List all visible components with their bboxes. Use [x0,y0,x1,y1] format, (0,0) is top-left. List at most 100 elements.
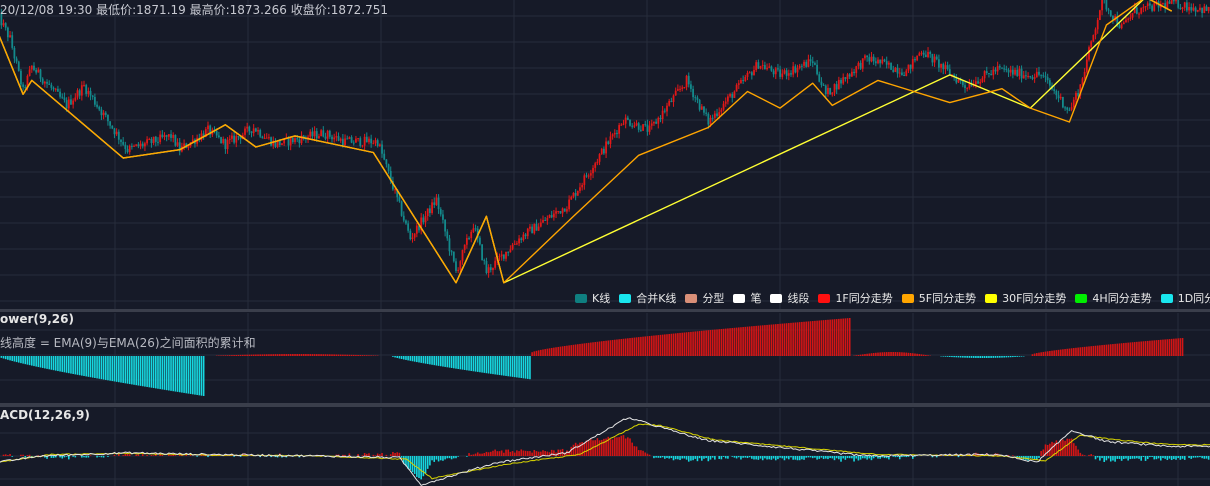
power-bar [466,356,468,371]
macd-bar [659,456,662,458]
power-bar [368,355,370,356]
power-bar [714,329,716,356]
power-bar [50,356,53,370]
candle-body [687,75,690,85]
power-bar [711,329,714,356]
candle-body [777,68,779,70]
candle-body [83,85,85,87]
power-bar [479,356,481,373]
macd-bar [150,455,153,456]
power-bar [966,356,968,358]
power-bar [529,356,531,380]
power-bar [409,356,412,361]
macd-bar [687,456,690,462]
candle-body [929,52,932,54]
power-bar [118,356,120,383]
candle-body [313,131,316,137]
macd-bar [498,451,501,456]
macd-bar [803,456,805,460]
power-bar [431,356,433,365]
macd-bar [670,456,673,459]
power-bar [163,356,166,390]
legend-item[interactable]: 1F同分走势 [818,290,893,306]
legend-item[interactable]: K线 [575,290,610,306]
candle-body [494,260,497,268]
chart-stage[interactable]: 20/12/08 19:30 最低价:1871.19 最高价:1873.266 … [0,0,1210,486]
legend-item[interactable]: 1D同分走势 [1160,290,1210,306]
candle-body [700,106,703,110]
candle-body [961,81,964,86]
power-bar [1003,356,1005,358]
power-bar [339,354,342,356]
power-bar [285,354,288,356]
candle-body [622,123,625,125]
macd-bar [859,456,862,460]
macd-bar [1077,449,1079,456]
candle-body [879,59,882,64]
power-bar [468,356,470,371]
power-bar [202,356,205,396]
power-bar [962,356,964,358]
candle-body [452,251,455,262]
candlestick-chart[interactable] [0,0,1210,486]
power-bar [83,356,85,377]
candle-body [724,101,727,104]
power-bar [779,323,781,356]
power-bar [896,352,899,356]
candle-body [315,131,318,139]
candle-body [798,65,801,69]
power-bar [1114,343,1116,356]
power-bar [557,346,560,356]
power-bar [17,356,20,363]
candle-body [326,130,329,139]
power-bar [720,329,723,356]
power-bar [1129,342,1132,356]
power-bar [520,356,523,379]
macd-bar [381,452,383,456]
macd-bar [54,456,57,458]
power-bar [1040,352,1042,356]
candle-body [172,134,175,138]
legend-item[interactable]: 分型 [685,290,724,306]
power-bar [26,356,29,365]
legend-item[interactable]: 线段 [770,290,809,306]
power-bar [1138,341,1140,356]
power-bar [237,354,240,356]
candle-body [707,113,710,125]
macd-bar [701,456,703,461]
panel-divider-top [0,309,1210,312]
macd-bar [811,456,814,459]
candle-body [150,139,153,144]
power-bar [611,339,614,356]
macd-bar [152,455,155,456]
candle-body [661,110,664,120]
macd-bar [1035,456,1038,460]
power-bar [642,336,644,356]
macd-bar [11,456,14,457]
macd-bar [801,456,803,460]
candle-body [544,219,547,221]
legend-item[interactable]: 合并K线 [619,290,676,306]
candle-body [772,70,775,75]
candle-body [837,79,840,90]
macd-bar [748,456,751,458]
legend-item[interactable]: 30F同分走势 [985,290,1066,306]
macd-panel-title: ACD(12,26,9) [0,408,90,422]
power-bar [844,318,847,356]
power-bar [400,356,403,360]
legend-item[interactable]: 4H同分走势 [1075,290,1152,306]
legend-item[interactable]: 笔 [733,290,761,306]
macd-bar [685,456,688,460]
candle-body [753,69,755,76]
macd-bar [1194,456,1197,458]
macd-bar [831,456,834,459]
candle-body [248,126,251,132]
power-bar [331,354,333,356]
power-bar [1170,338,1173,356]
macd-bar [1136,456,1138,459]
macd-bar [1090,454,1092,456]
candle-body [513,243,516,245]
power-bar [302,354,305,356]
macd-bar [818,456,821,459]
legend-item[interactable]: 5F同分走势 [901,290,976,306]
